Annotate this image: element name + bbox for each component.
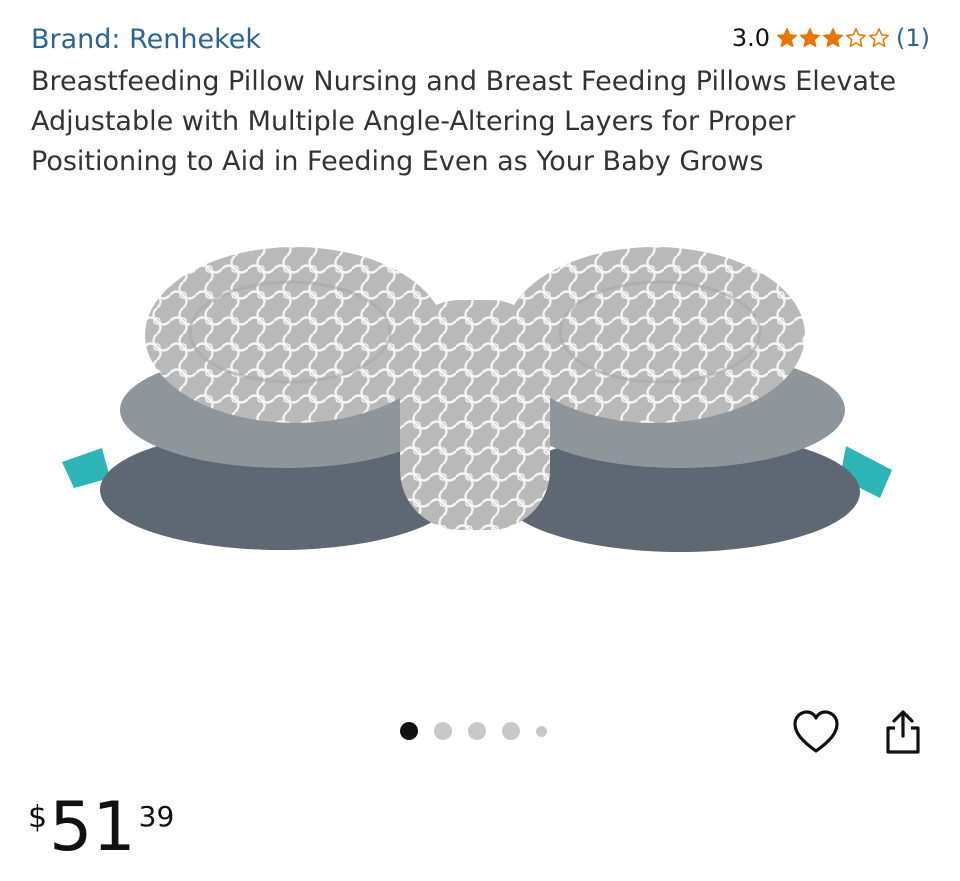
star-filled-icon bbox=[777, 28, 797, 47]
rating-count[interactable]: (1) bbox=[896, 24, 930, 52]
star-filled-icon bbox=[823, 28, 843, 47]
carousel-dot[interactable] bbox=[434, 722, 452, 740]
image-carousel-dots[interactable] bbox=[400, 722, 547, 740]
rating-summary[interactable]: 3.0 (1) bbox=[732, 24, 930, 52]
carousel-dot[interactable] bbox=[502, 722, 520, 740]
brand-link[interactable]: Brand: Renhekek bbox=[31, 24, 261, 55]
price-whole: 51 bbox=[49, 788, 136, 867]
star-filled-icon bbox=[800, 28, 820, 47]
product-title: Breastfeeding Pillow Nursing and Breast … bbox=[31, 66, 897, 177]
rating-stars bbox=[776, 27, 890, 49]
rating-value: 3.0 bbox=[731, 24, 770, 52]
carousel-dot[interactable] bbox=[468, 722, 486, 740]
heart-outline-icon bbox=[793, 710, 839, 753]
product-image[interactable] bbox=[40, 230, 920, 590]
carousel-dot[interactable] bbox=[400, 722, 418, 740]
carousel-dot[interactable] bbox=[536, 725, 547, 737]
favorite-button[interactable] bbox=[792, 709, 840, 755]
share-button[interactable] bbox=[883, 708, 923, 756]
product-price: $ 51 39 bbox=[28, 790, 174, 866]
share-icon bbox=[886, 710, 920, 754]
price-currency: $ bbox=[28, 800, 48, 835]
price-cents: 39 bbox=[138, 800, 175, 833]
star-empty-icon bbox=[869, 28, 889, 47]
nursing-pillow-image bbox=[62, 247, 892, 552]
star-empty-icon bbox=[846, 28, 866, 47]
